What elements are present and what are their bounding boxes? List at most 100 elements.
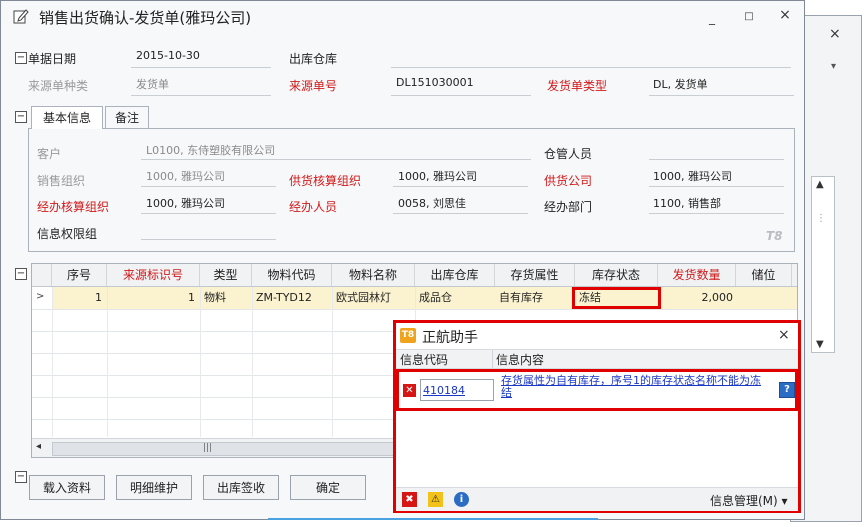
close-button[interactable]: ×	[774, 7, 796, 27]
field-underline	[391, 95, 531, 96]
cell-qty[interactable]: 2,000	[658, 287, 734, 309]
supply-acct-org-label: 供货核算组织	[289, 174, 362, 188]
source-type-label: 来源单种类	[28, 79, 89, 93]
source-no-label: 来源单号	[289, 79, 338, 93]
confirm-button[interactable]: 确定	[290, 475, 366, 500]
scroll-left-icon[interactable]: ◂	[36, 441, 41, 452]
col-line	[52, 287, 53, 437]
sign-out-button[interactable]: 出库签收	[203, 475, 279, 500]
field-underline	[131, 95, 271, 96]
scroll-up-icon[interactable]: ▲	[816, 179, 824, 190]
warehouse-label: 出库仓库	[289, 52, 338, 66]
source-no-value[interactable]: DL151030001	[396, 76, 474, 89]
info-filter-icon[interactable]: i	[454, 492, 469, 507]
handler-value[interactable]: 0058, 刘思佳	[398, 195, 466, 211]
status-highlight-box	[572, 287, 661, 309]
field-underline	[649, 186, 784, 187]
field-underline	[393, 213, 528, 214]
doc-date-value[interactable]: 2015-10-30	[136, 49, 200, 62]
source-type-value: 发货单	[136, 78, 169, 91]
cell-src-id[interactable]: 1	[107, 287, 195, 309]
load-data-button[interactable]: 载入资料	[29, 475, 105, 500]
taskbar-accent	[268, 518, 598, 520]
error-code-link[interactable]: 410184	[420, 379, 494, 401]
cell-code[interactable]: ZM-TYD12	[256, 287, 312, 309]
col-line	[107, 287, 108, 437]
col-header-content[interactable]: 信息内容	[496, 351, 544, 368]
ship-type-value[interactable]: DL, 发货单	[653, 76, 708, 92]
minimize-button[interactable]: _	[701, 11, 723, 31]
col-header[interactable]: 类型	[200, 264, 252, 286]
customer-value: L0100, 东侍塑胶有限公司	[146, 144, 276, 157]
row-pointer-icon: >	[36, 291, 45, 302]
collapse-grid-toggle[interactable]: −	[15, 268, 27, 280]
t8-watermark: T8	[766, 229, 783, 243]
warning-filter-icon[interactable]: ⚠	[428, 492, 443, 507]
field-underline	[649, 213, 784, 214]
close-icon[interactable]: ×	[829, 26, 841, 42]
maximize-button[interactable]: □	[738, 11, 760, 31]
cell-type[interactable]: 物料	[204, 287, 226, 309]
handle-acct-org-value[interactable]: 1000, 雅玛公司	[146, 195, 225, 211]
info-perm-field[interactable]	[141, 239, 276, 240]
col-header[interactable]: 发货数量	[658, 264, 736, 286]
collapse-header-toggle[interactable]: −	[15, 52, 27, 64]
handle-dept-label: 经办部门	[544, 200, 593, 214]
error-message-link[interactable]: 存货属性为自有库存，序号1的库存状态名称不能为冻结	[501, 375, 761, 399]
scroll-grip-icon: ⋮	[816, 213, 826, 224]
scroll-down-icon[interactable]: ▼	[816, 339, 824, 350]
close-icon[interactable]: ×	[778, 327, 790, 343]
edit-icon	[13, 9, 29, 24]
keeper-label: 仓管人员	[544, 147, 593, 161]
field-underline	[141, 159, 531, 160]
cell-seq[interactable]: 1	[52, 287, 102, 309]
grid-corner	[32, 264, 52, 286]
scroll-thumb[interactable]: |||	[52, 442, 394, 456]
collapse-basic-toggle[interactable]: −	[15, 111, 27, 123]
keeper-field[interactable]	[649, 159, 784, 160]
sales-org-label: 销售组织	[37, 174, 86, 188]
chevron-down-icon[interactable]: ▾	[831, 61, 836, 72]
collapse-buttons-toggle[interactable]: −	[15, 471, 27, 483]
col-header[interactable]: 物料名称	[332, 264, 415, 286]
vertical-scrollbar[interactable]: ▲ ⋮ ▼	[811, 176, 835, 353]
col-header[interactable]: 序号	[52, 264, 107, 286]
basic-info-panel	[28, 128, 795, 252]
doc-date-label: 单据日期	[28, 52, 77, 66]
warehouse-field[interactable]	[391, 67, 791, 68]
assistant-footer: ✖ ⚠ i 信息管理(M) ▾	[396, 487, 798, 511]
field-underline	[131, 67, 271, 68]
assistant-title: 正航助手	[422, 330, 478, 346]
col-header[interactable]: 存货属性	[495, 264, 575, 286]
tab-basic-info[interactable]: 基本信息	[31, 106, 103, 129]
col-header-code[interactable]: 信息代码	[400, 351, 448, 368]
error-icon: ✕	[403, 384, 416, 397]
message-list-header: 信息代码 信息内容	[396, 350, 798, 369]
col-header[interactable]: 出库仓库	[415, 264, 495, 286]
field-underline	[393, 186, 528, 187]
cell-attr[interactable]: 自有库存	[499, 287, 543, 309]
col-header[interactable]: 储位	[736, 264, 792, 286]
help-icon[interactable]: ?	[779, 382, 795, 398]
col-line	[200, 287, 201, 437]
error-filter-icon[interactable]: ✖	[402, 492, 417, 507]
field-underline	[141, 186, 276, 187]
handle-dept-value[interactable]: 1100, 销售部	[653, 195, 721, 211]
col-header[interactable]: 物料代码	[252, 264, 332, 286]
supply-co-label: 供货公司	[544, 174, 593, 188]
col-header[interactable]: 库存状态	[575, 264, 658, 286]
info-manage-menu[interactable]: 信息管理(M) ▾	[710, 492, 788, 509]
assistant-popup: T8 正航助手 × 信息代码 信息内容 ✕ 410184 存货属性为自有库存，序…	[393, 320, 801, 513]
cell-name[interactable]: 欧式园林灯	[336, 287, 391, 309]
customer-label: 客户	[37, 147, 62, 161]
supply-acct-org-value[interactable]: 1000, 雅玛公司	[398, 168, 477, 184]
assistant-title-bar[interactable]: T8 正航助手 ×	[396, 323, 798, 350]
detail-maintain-button[interactable]: 明细维护	[116, 475, 192, 500]
supply-co-value[interactable]: 1000, 雅玛公司	[653, 168, 732, 184]
col-header[interactable]: 来源标识号	[107, 264, 200, 286]
cell-warehouse[interactable]: 成品仓	[419, 287, 452, 309]
error-message-row[interactable]: ✕ 410184 存货属性为自有库存，序号1的库存状态名称不能为冻结 ?	[396, 369, 798, 411]
title-bar[interactable]: 销售出货确认-发货单(雅玛公司) _ □ ×	[1, 1, 804, 33]
tab-note[interactable]: 备注	[105, 106, 149, 129]
col-line	[252, 287, 253, 437]
